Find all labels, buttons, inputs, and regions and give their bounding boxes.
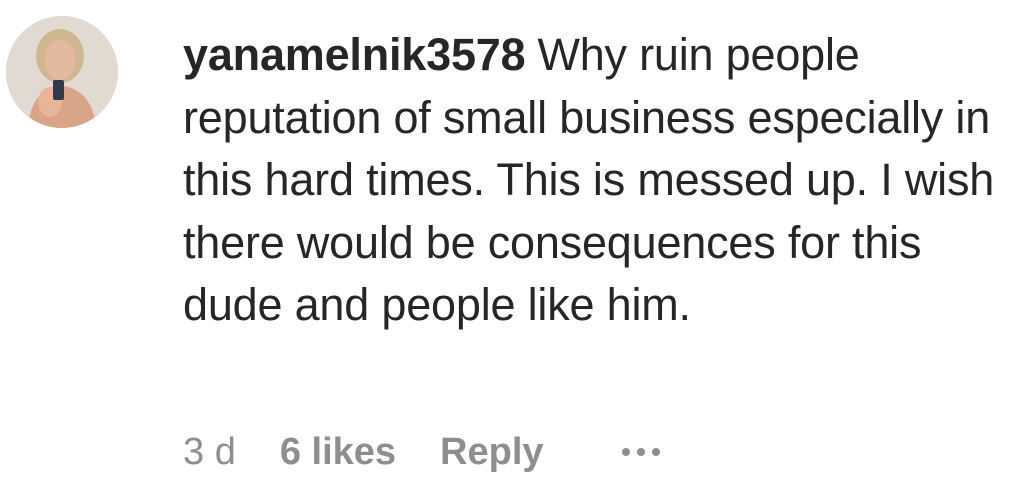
comment: yanamelnik3578 Why ruin people reputation… <box>0 0 1024 493</box>
comment-meta: 3 d 6 likes Reply <box>183 427 660 477</box>
comment-username[interactable]: yanamelnik3578 <box>183 29 526 80</box>
comment-body: yanamelnik3578 Why ruin people reputation… <box>183 24 1003 337</box>
more-dot <box>636 448 645 456</box>
more-dot <box>621 448 630 456</box>
avatar[interactable] <box>6 16 118 128</box>
likes-count[interactable]: 6 likes <box>280 431 396 474</box>
avatar-photo <box>6 16 118 128</box>
more-options-icon[interactable] <box>621 427 660 477</box>
comment-time[interactable]: 3 d <box>183 431 236 474</box>
more-dot <box>651 448 660 456</box>
reply-button[interactable]: Reply <box>440 431 543 474</box>
